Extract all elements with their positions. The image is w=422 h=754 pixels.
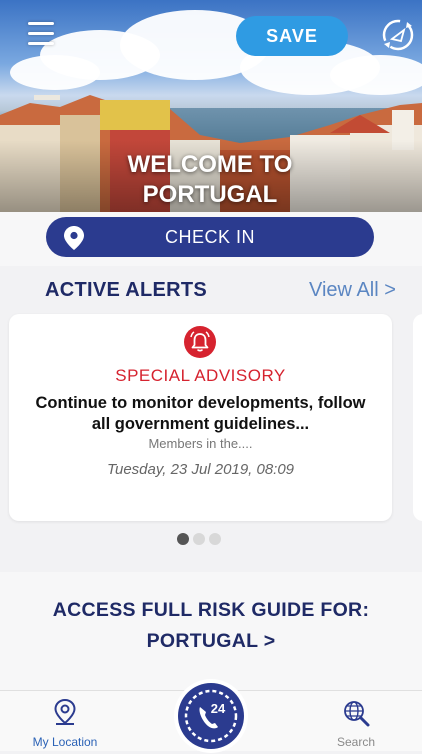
- tab-my-location-label: My Location: [32, 735, 98, 749]
- welcome-line-2: PORTUGAL: [142, 181, 278, 208]
- tab-my-location[interactable]: My Location: [15, 698, 115, 749]
- pager-dot-2[interactable]: [193, 533, 205, 545]
- save-button[interactable]: SAVE: [236, 16, 348, 56]
- alert-type: SPECIAL ADVISORY: [115, 366, 286, 385]
- welcome-line-1: WELCOME TO: [127, 151, 293, 178]
- phone-24-icon: 24: [184, 689, 238, 743]
- globe-search-icon: [344, 701, 370, 727]
- sync-icon[interactable]: [379, 16, 417, 54]
- emergency-24-button[interactable]: 24: [174, 679, 248, 753]
- active-alerts-heading: ACTIVE ALERTS: [45, 279, 208, 301]
- risk-guide-link[interactable]: ACCESS FULL RISK GUIDE FOR: PORTUGAL >: [20, 595, 402, 657]
- next-alert-card[interactable]: [413, 314, 422, 521]
- alert-members-text: Members in the....: [148, 436, 253, 451]
- carousel-pager: [177, 533, 221, 545]
- alert-card[interactable]: SPECIAL ADVISORY Continue to monitor dev…: [9, 314, 392, 521]
- location-pin-icon: [64, 226, 84, 250]
- tab-search[interactable]: Search: [306, 698, 406, 749]
- alert-date: Tuesday, 23 Jul 2019, 08:09: [106, 461, 295, 478]
- risk-guide-line-1: ACCESS FULL RISK GUIDE FOR:: [52, 599, 370, 621]
- check-in-button[interactable]: CHECK IN: [46, 217, 374, 257]
- view-all-link[interactable]: View All >: [309, 279, 396, 302]
- pager-dot-1[interactable]: [177, 533, 189, 545]
- alert-summary: Continue to monitor developments, follow…: [35, 394, 366, 433]
- check-in-label: CHECK IN: [164, 226, 255, 247]
- map-pin-icon: [54, 698, 76, 725]
- risk-guide-line-2: PORTUGAL >: [146, 630, 276, 652]
- pager-dot-3[interactable]: [209, 533, 221, 545]
- bell-icon: [184, 326, 216, 358]
- emergency-badge-text: 24: [211, 701, 226, 716]
- welcome-title: WELCOME TO PORTUGAL: [90, 150, 330, 210]
- tab-search-label: Search: [336, 735, 376, 749]
- menu-icon[interactable]: [28, 22, 54, 46]
